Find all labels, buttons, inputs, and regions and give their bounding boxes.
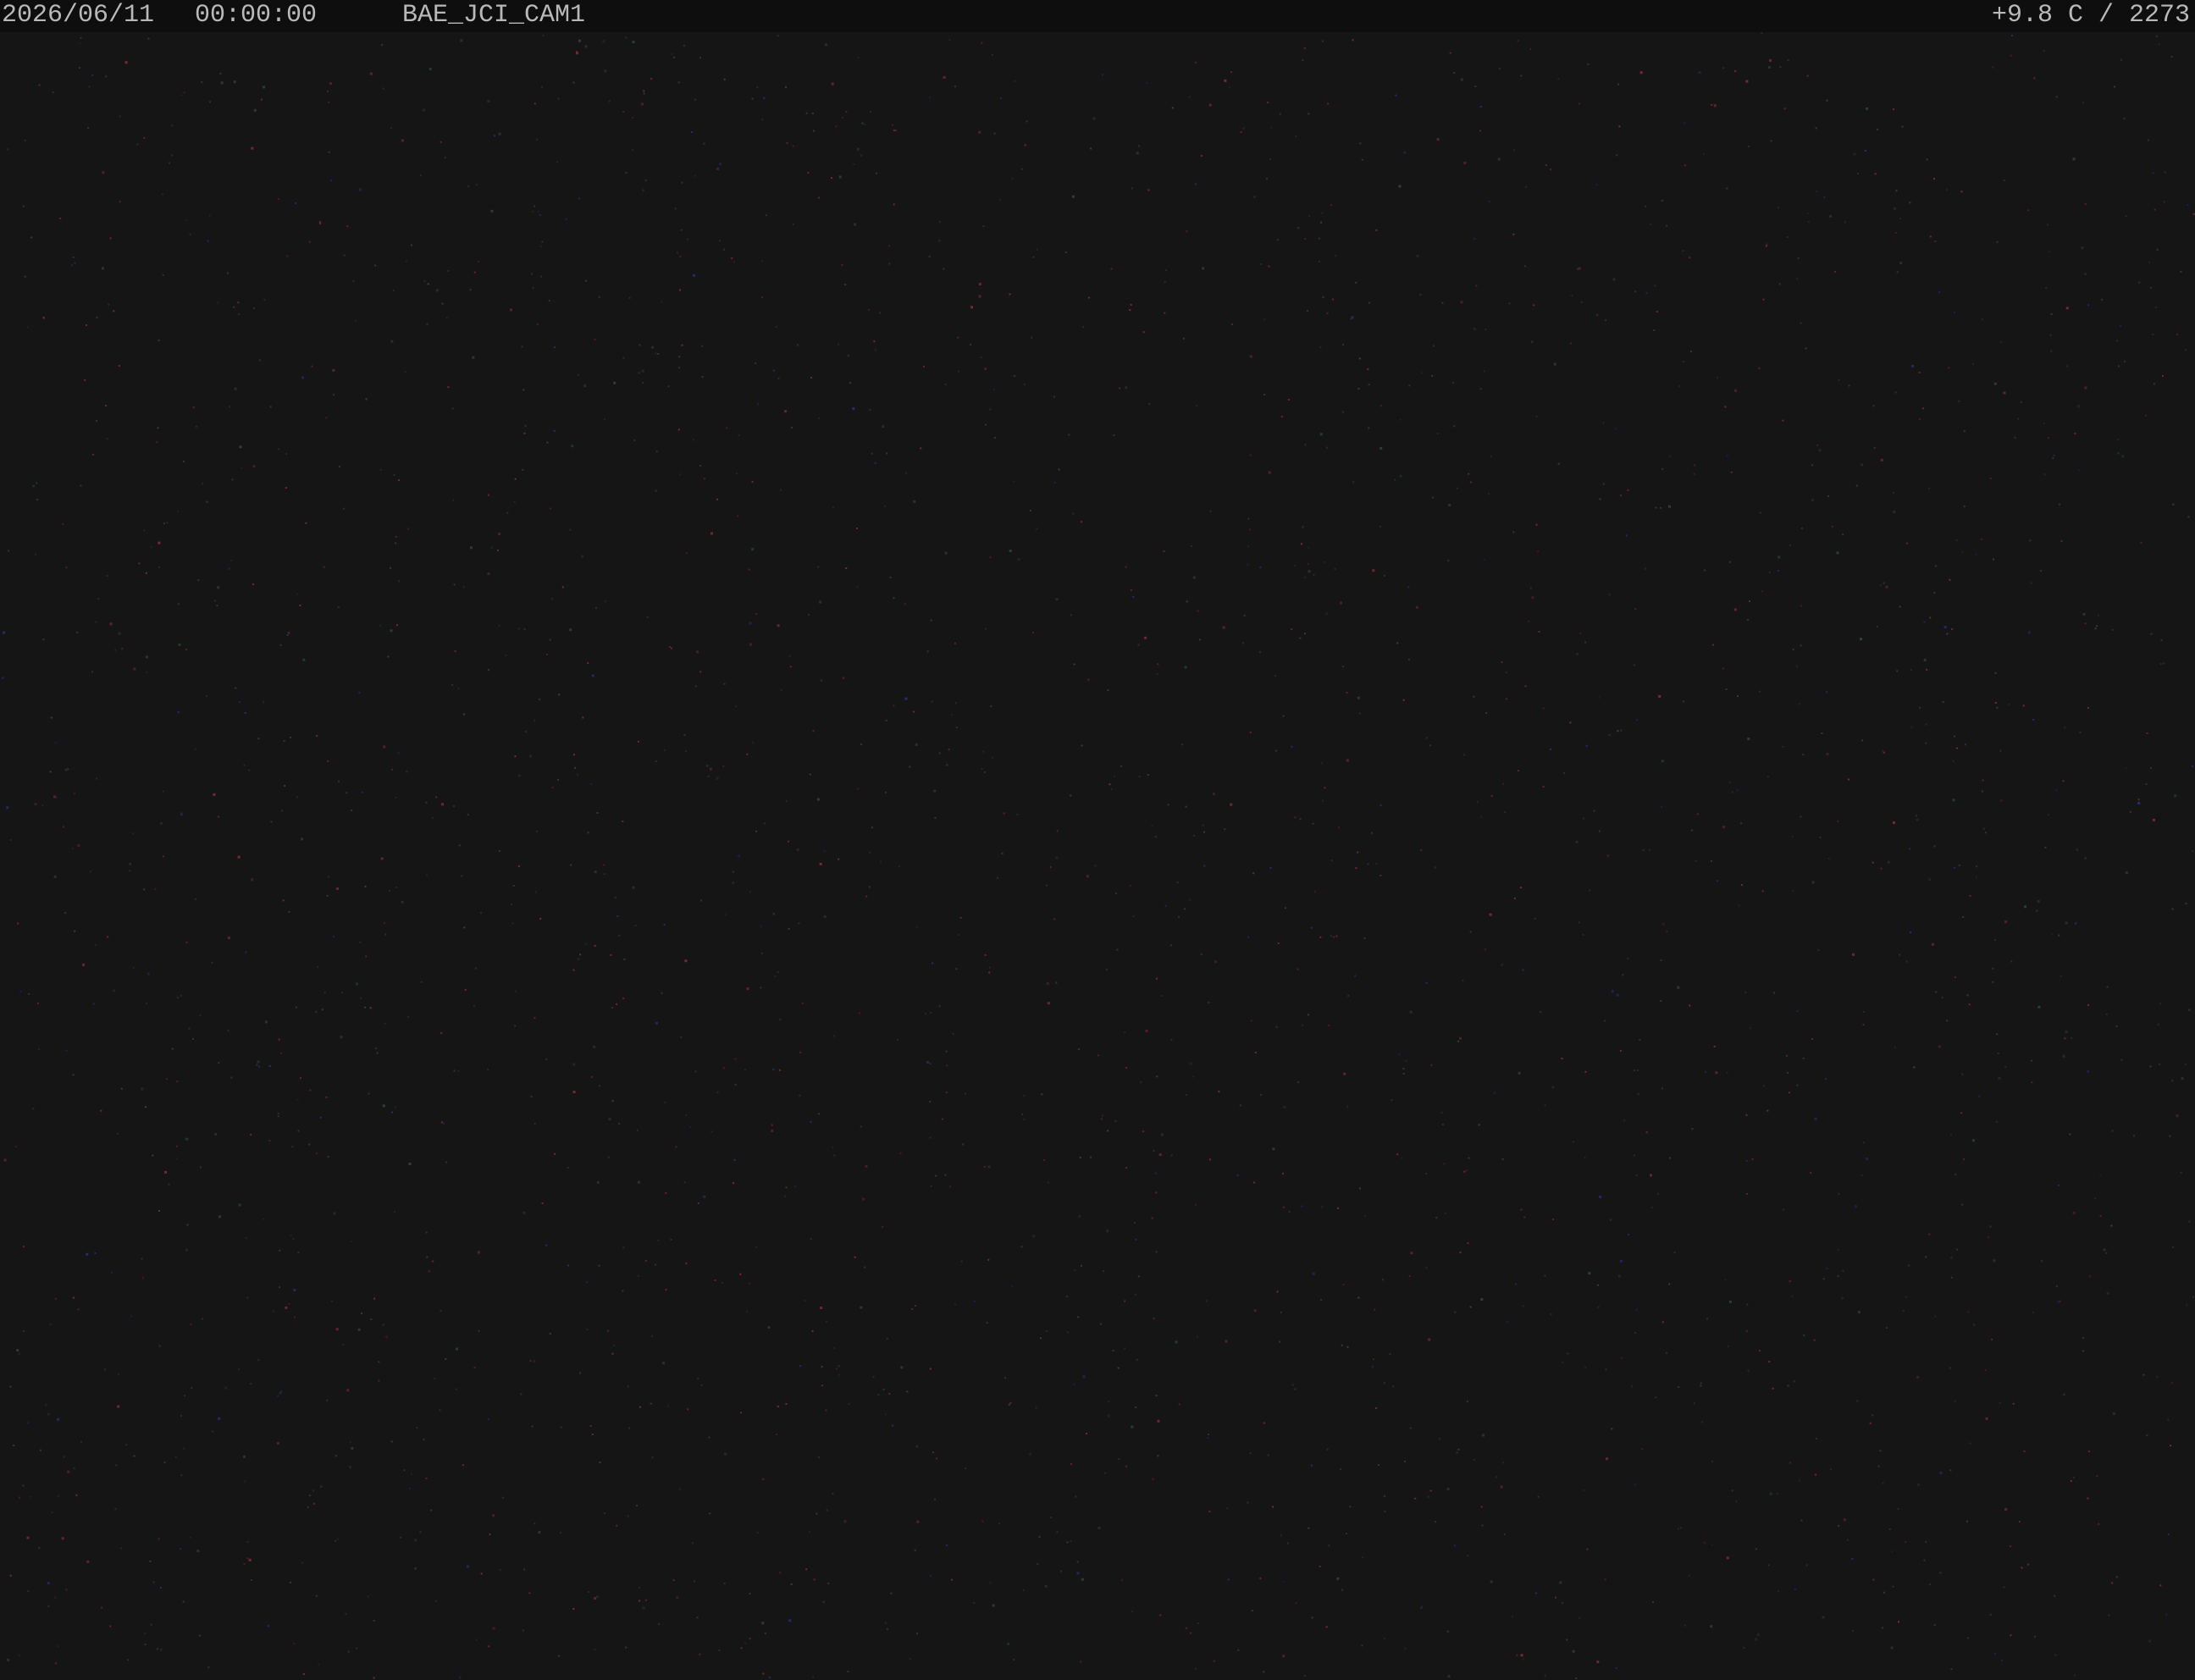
night-sky-noise-field xyxy=(2,32,2195,1679)
osd-time: 00:00:00 xyxy=(195,1,318,30)
osd-overlay-bar: 2026/06/11 00:00:00 BAE_JCI_CAM1 +9.8 C … xyxy=(0,0,2195,32)
osd-temperature-reading: +9.8 C / 2273 xyxy=(1991,1,2190,30)
osd-date: 2026/06/11 xyxy=(2,1,155,30)
osd-camera-name: BAE_JCI_CAM1 xyxy=(402,1,586,30)
camera-frame: 2026/06/11 00:00:00 BAE_JCI_CAM1 +9.8 C … xyxy=(0,0,2195,1680)
